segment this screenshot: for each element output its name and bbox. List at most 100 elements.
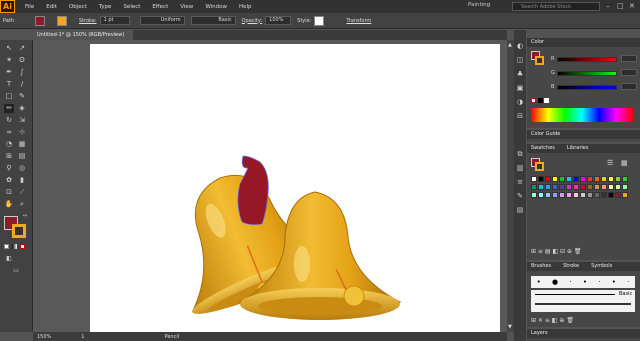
gradient-panel-icon[interactable]: ▥ (515, 164, 525, 173)
swatch-cell[interactable] (531, 176, 537, 182)
white-swatch[interactable] (544, 98, 549, 103)
tab-libraries[interactable]: Libraries (567, 144, 589, 153)
swatch-cell[interactable] (601, 184, 607, 190)
swatch-cell[interactable] (538, 184, 544, 190)
align-icon[interactable]: ⊟ (515, 112, 525, 121)
rotate-tool-icon[interactable]: ↻ (4, 116, 14, 125)
swatch-cell[interactable] (615, 192, 621, 198)
swatch-cell[interactable] (545, 184, 551, 190)
swatch-cell[interactable] (531, 184, 537, 190)
eraser-tool-icon[interactable]: ◈ (17, 104, 27, 113)
brush-dropdown[interactable]: Basic (190, 16, 236, 25)
vertical-scrollbar[interactable]: ▲ ▼ (507, 40, 514, 332)
menu-effect[interactable]: Effect (146, 4, 174, 10)
g-value-field[interactable] (621, 69, 637, 76)
curvature-tool-icon[interactable]: ∫ (17, 68, 27, 77)
layers-title[interactable]: Layers (531, 329, 548, 338)
opacity-field[interactable]: 100% (265, 16, 292, 25)
transparency-icon[interactable]: ◑ (515, 98, 525, 107)
swatch-cell[interactable] (608, 176, 614, 182)
none-swatch[interactable] (531, 98, 536, 103)
close-icon[interactable]: ✕ (629, 2, 635, 10)
swatch-cell[interactable] (615, 176, 621, 182)
brush-dot-5[interactable]: · (598, 278, 600, 286)
brush-dot-7[interactable]: · (627, 278, 629, 286)
artboard-number[interactable]: 1 (81, 334, 84, 340)
brush-dot-1[interactable]: • (537, 278, 541, 286)
zoom-level[interactable]: 150% (37, 334, 51, 340)
pathfinder-icon[interactable]: ⧉ (515, 150, 525, 159)
draw-mode-icon[interactable]: ◧ (4, 254, 14, 263)
tab-swatches[interactable]: Swatches (531, 144, 555, 153)
color-panel-icon[interactable]: ◐ (515, 42, 525, 51)
menu-file[interactable]: File (19, 4, 40, 10)
swatch-cell[interactable] (538, 176, 544, 182)
swatch-cell[interactable] (573, 176, 579, 182)
swatch-cell[interactable] (552, 192, 558, 198)
swatch-cell[interactable] (580, 192, 586, 198)
swatch-cell[interactable] (573, 192, 579, 198)
swatch-cell[interactable] (531, 192, 537, 198)
color-mode-icon[interactable] (4, 244, 9, 249)
b-value-field[interactable] (621, 83, 637, 90)
symbols-panel-icon[interactable]: ♣ (515, 70, 525, 79)
fill-swatch[interactable] (34, 15, 45, 26)
artboard[interactable] (90, 44, 500, 332)
gradient-mode-icon[interactable] (12, 244, 17, 249)
scroll-down-icon[interactable]: ▼ (508, 324, 512, 330)
stroke-label[interactable]: Stroke: (79, 18, 97, 24)
swatch-cell[interactable] (587, 184, 593, 190)
document-tab[interactable]: Untitled-1* @ 150% (RGB/Preview) (33, 30, 133, 40)
selection-tool-icon[interactable]: ↖ (4, 44, 14, 53)
paintbrush-tool-icon[interactable]: ✎ (17, 92, 27, 101)
swatch-cell[interactable] (601, 176, 607, 182)
lasso-tool-icon[interactable]: ʘ (17, 56, 27, 65)
color-stroke-swatch[interactable] (535, 56, 544, 65)
scale-tool-icon[interactable]: ⇲ (17, 116, 27, 125)
mesh-tool-icon[interactable]: ⊞ (4, 152, 14, 161)
shape-builder-tool-icon[interactable]: ◔ (4, 140, 14, 149)
black-swatch[interactable] (538, 98, 543, 103)
stroke-weight-field[interactable]: 1 pt (99, 16, 130, 25)
column-graph-tool-icon[interactable]: ▮ (17, 176, 27, 185)
rectangle-tool-icon[interactable]: □ (4, 92, 14, 101)
swatch-cell[interactable] (559, 184, 565, 190)
brush-strokes-list[interactable]: Basic (531, 290, 635, 312)
none-mode-icon[interactable] (20, 244, 25, 249)
swatch-cell[interactable] (608, 184, 614, 190)
swatch-cell[interactable] (594, 192, 600, 198)
swatch-cell[interactable] (622, 192, 628, 198)
slice-tool-icon[interactable]: ⟋ (17, 188, 27, 197)
blend-tool-icon[interactable]: ◎ (17, 164, 27, 173)
swatch-cell[interactable] (587, 192, 593, 198)
type-tool-icon[interactable]: T (4, 80, 14, 89)
swatch-cell[interactable] (538, 192, 544, 198)
swatch-cell[interactable] (552, 176, 558, 182)
pencil-tool-icon[interactable]: ✏ (4, 104, 14, 113)
swatch-cell[interactable] (559, 176, 565, 182)
stroke-color-box[interactable] (12, 224, 26, 238)
r-value-field[interactable] (621, 55, 637, 62)
color-spectrum[interactable] (531, 108, 633, 122)
swatch-cell[interactable] (615, 184, 621, 190)
width-tool-icon[interactable]: ≈ (4, 128, 14, 137)
swatch-cell[interactable] (566, 184, 572, 190)
r-slider[interactable] (557, 57, 617, 62)
symbol-sprayer-tool-icon[interactable]: ✿ (4, 176, 14, 185)
swatch-cell[interactable] (566, 192, 572, 198)
b-slider[interactable] (557, 85, 617, 90)
eyedropper-tool-icon[interactable]: ⚲ (4, 164, 14, 173)
menu-type[interactable]: Type (93, 4, 118, 10)
swatch-cell[interactable] (594, 184, 600, 190)
stroke-profile-dropdown[interactable]: Uniform (139, 16, 185, 25)
workspace-switcher[interactable]: Painting (468, 2, 490, 8)
screen-mode-icon[interactable]: ▭ (11, 266, 21, 275)
canvas-area[interactable] (33, 40, 507, 332)
list-view-icon[interactable]: ☰ (607, 159, 613, 167)
swatch-cell[interactable] (622, 184, 628, 190)
gradient-tool-icon[interactable]: ▤ (17, 152, 27, 161)
menu-object[interactable]: Object (63, 4, 93, 10)
color-panel-title[interactable]: Color (531, 38, 544, 47)
swatch-cell[interactable] (580, 184, 586, 190)
artboard-tool-icon[interactable]: ⊡ (4, 188, 14, 197)
